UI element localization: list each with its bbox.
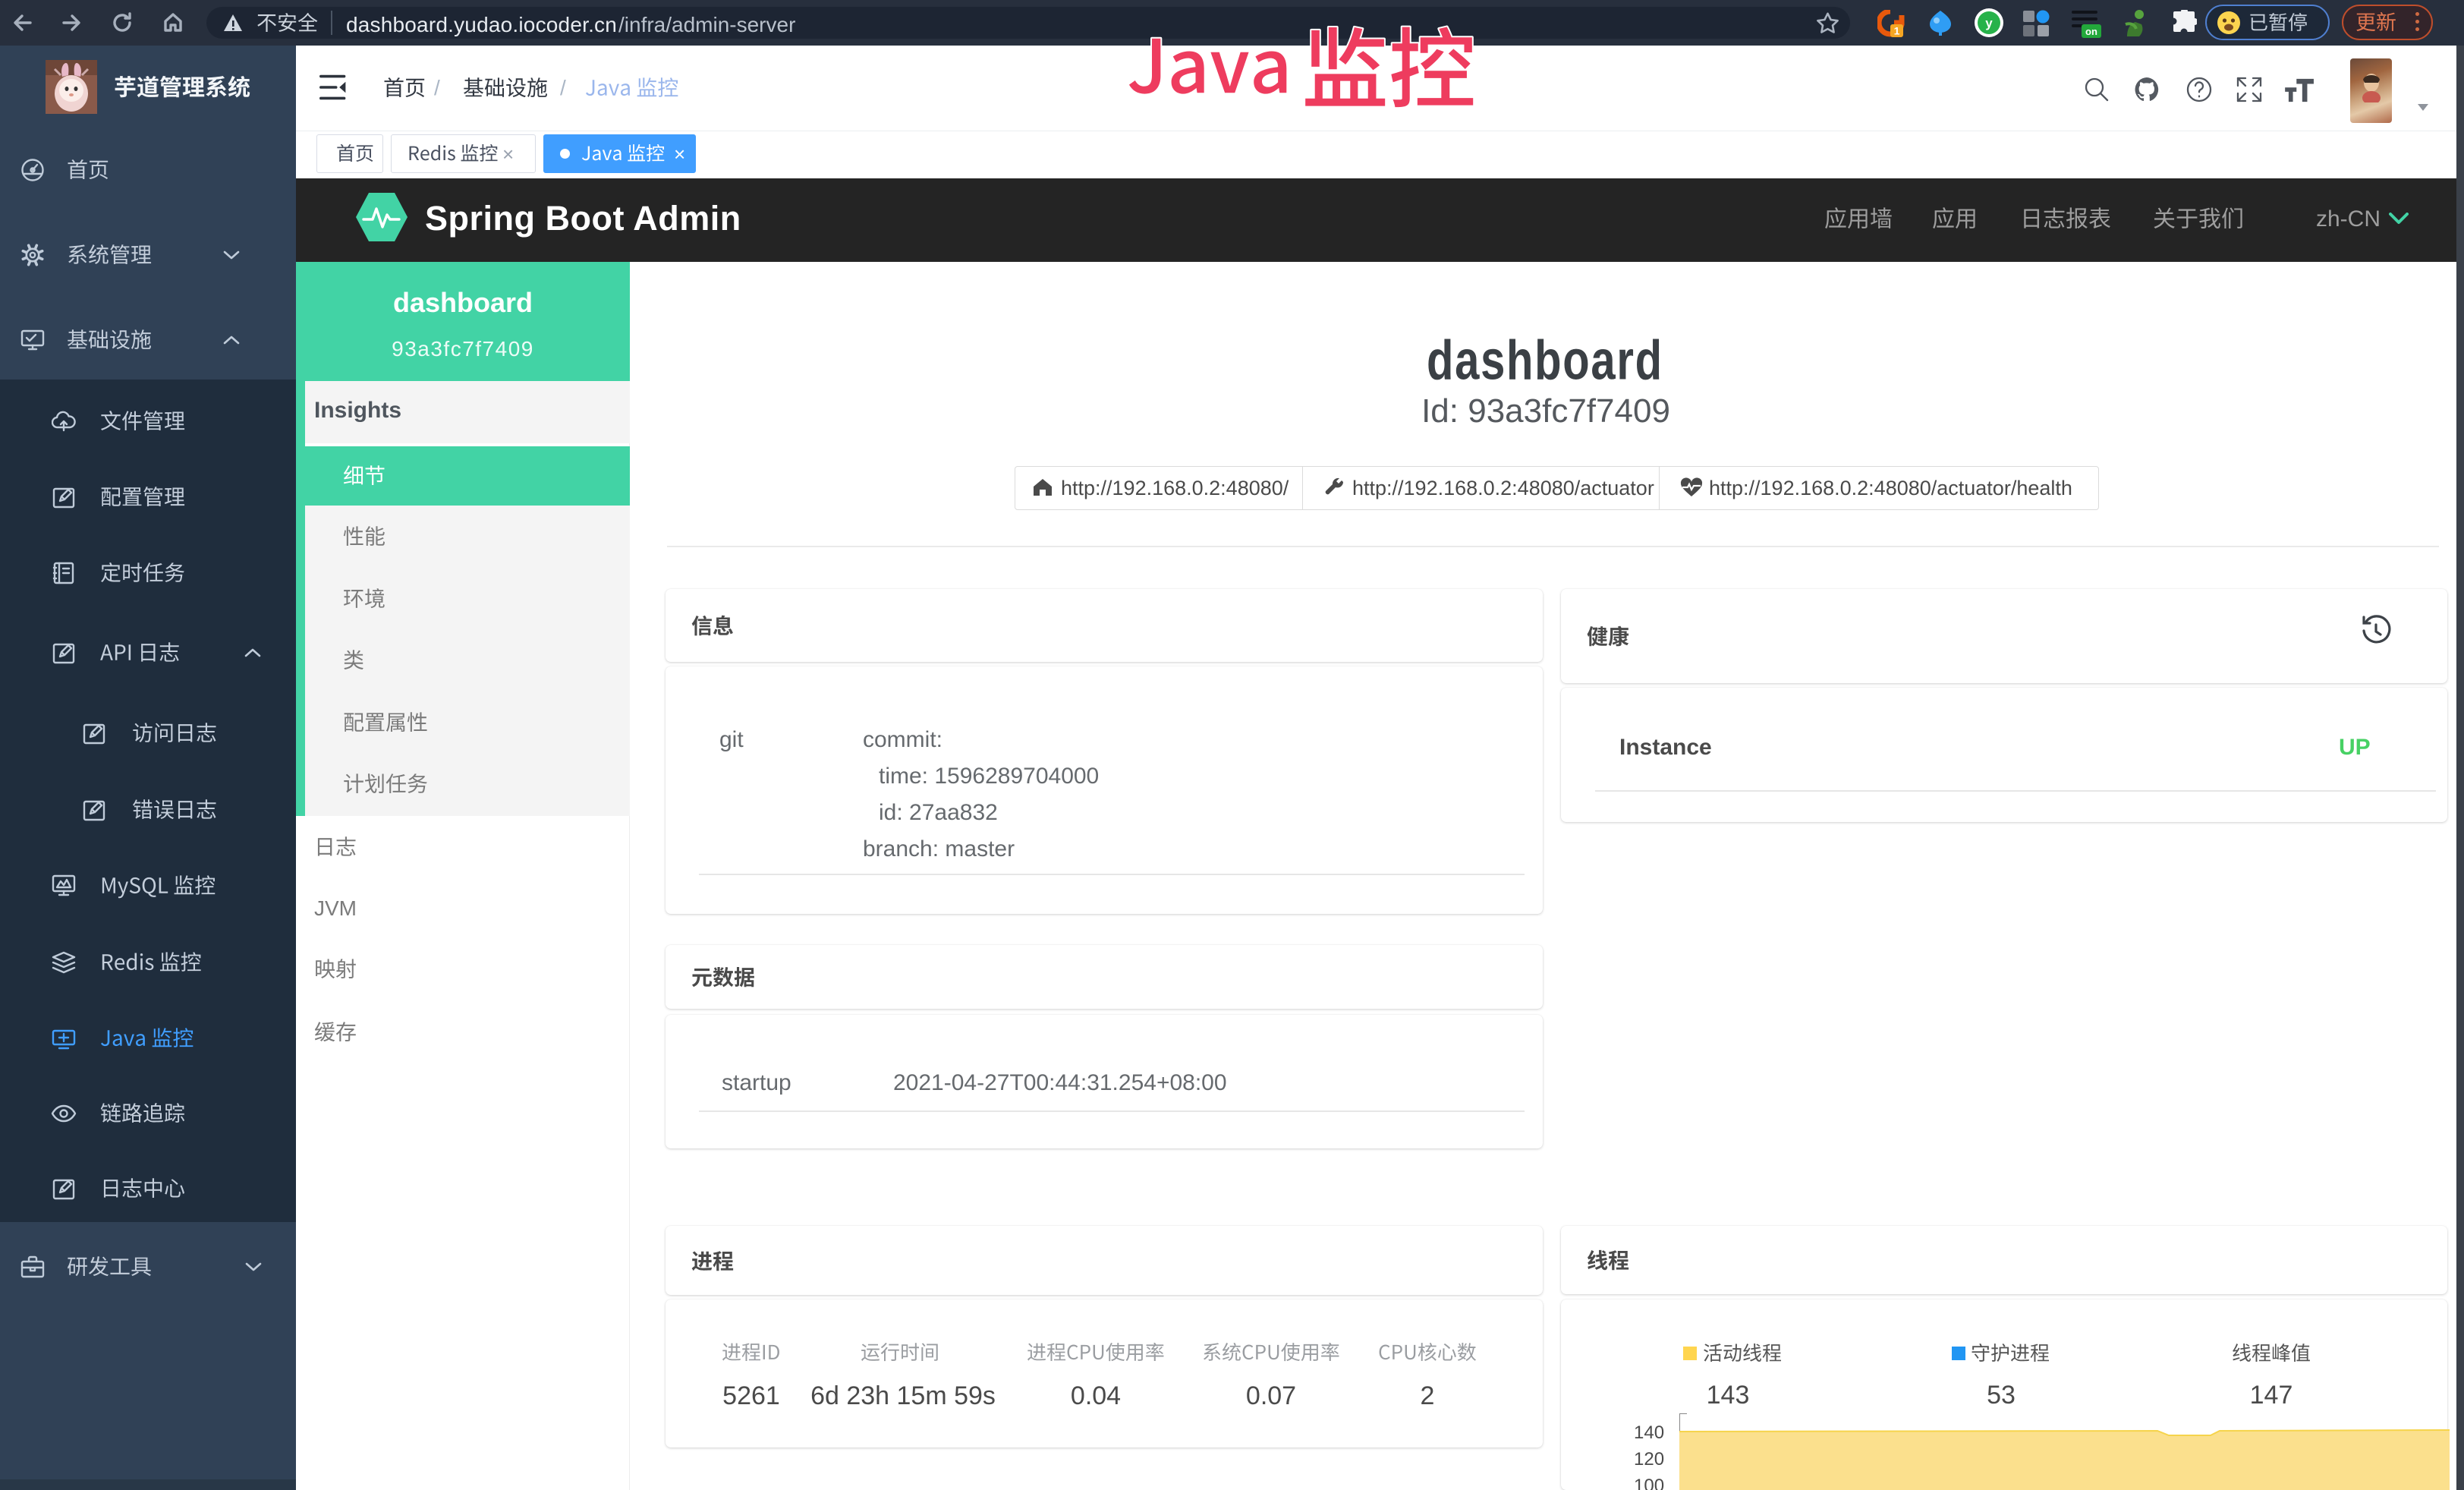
svg-text:y: y xyxy=(1985,16,1993,30)
svg-text:1: 1 xyxy=(1894,25,1900,37)
svg-text:on: on xyxy=(2085,26,2097,37)
